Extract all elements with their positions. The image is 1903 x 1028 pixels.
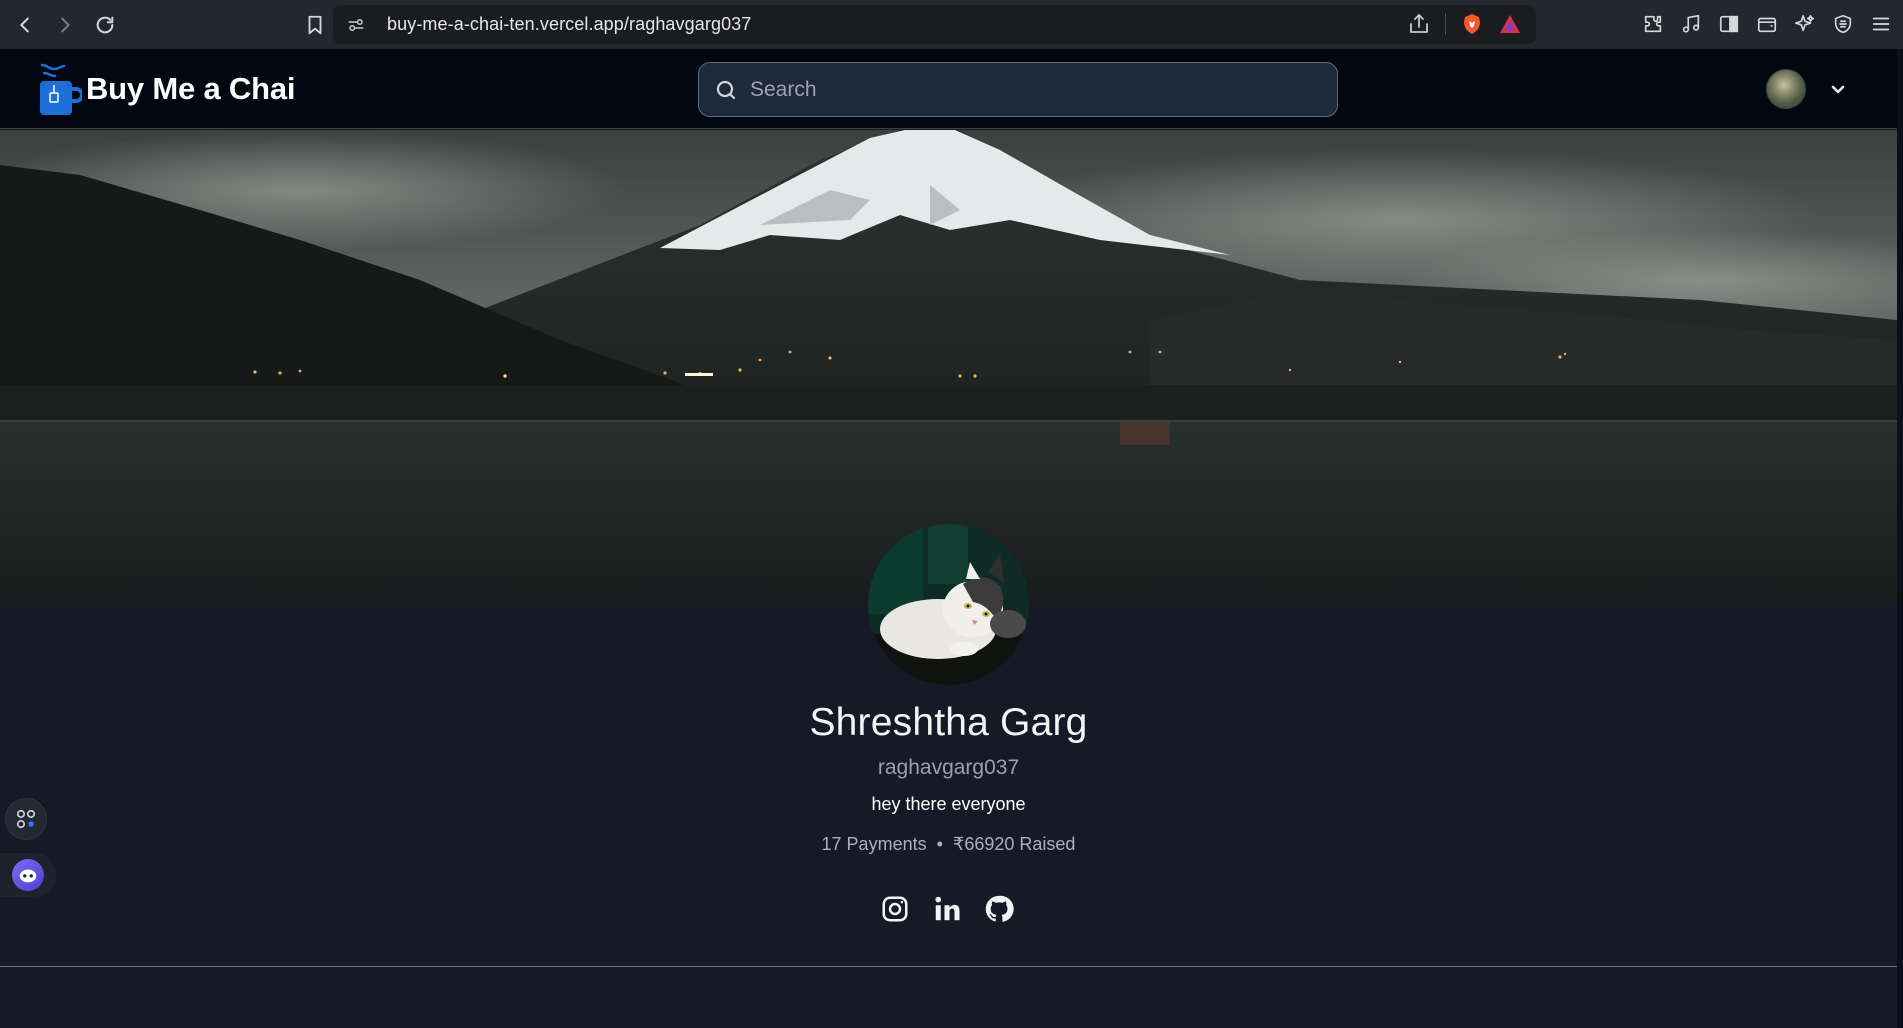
profile-stats: 17 Payments • ₹66920 Raised: [0, 834, 1897, 855]
music-icon[interactable]: [1677, 10, 1705, 38]
profile-avatar: [868, 524, 1029, 685]
user-avatar[interactable]: [1766, 69, 1806, 109]
share-icon[interactable]: [1407, 12, 1431, 36]
vpn-shield-icon[interactable]: [1829, 10, 1857, 38]
brave-rewards-icon[interactable]: [1498, 12, 1522, 36]
site-navbar: Buy Me a Chai: [0, 49, 1897, 129]
brand-link[interactable]: Buy Me a Chai: [38, 61, 295, 117]
brave-shield-icon[interactable]: [1460, 12, 1484, 36]
browser-toolbar: buy-me-a-chai-ten.vercel.app/raghavgarg0…: [0, 0, 1903, 49]
assistant-bot-button[interactable]: [0, 853, 56, 897]
extensions-icon[interactable]: [1639, 10, 1667, 38]
wallet-icon[interactable]: [1753, 10, 1781, 38]
chai-cup-logo-icon: [38, 61, 84, 117]
bot-face-icon: [12, 859, 44, 891]
linkedin-icon[interactable]: [932, 894, 962, 924]
github-icon[interactable]: [984, 894, 1014, 924]
site-settings-icon[interactable]: [344, 13, 368, 37]
amount-raised: ₹66920 Raised: [952, 834, 1076, 854]
forward-icon[interactable]: [50, 10, 80, 40]
search-bar[interactable]: [698, 62, 1338, 117]
instagram-icon[interactable]: [880, 894, 910, 924]
page-scrollbar[interactable]: [1897, 49, 1903, 1028]
bookmark-icon[interactable]: [300, 10, 330, 40]
search-icon: [716, 80, 736, 99]
back-icon[interactable]: [10, 10, 40, 40]
profile-name: Shreshtha Garg: [809, 701, 1088, 744]
chevron-down-icon[interactable]: [1826, 77, 1850, 101]
brand-name[interactable]: Buy Me a Chai: [86, 71, 295, 107]
sidebar-icon[interactable]: [1715, 10, 1743, 38]
apps-widget-icon[interactable]: [5, 798, 47, 840]
profile-username: raghavgarg037: [877, 756, 1020, 779]
search-input[interactable]: [750, 77, 1310, 102]
reload-icon[interactable]: [90, 10, 120, 40]
section-divider: [0, 966, 1897, 967]
address-bar[interactable]: buy-me-a-chai-ten.vercel.app/raghavgarg0…: [333, 5, 1536, 44]
stats-separator: •: [936, 834, 943, 854]
menu-icon[interactable]: [1867, 10, 1895, 38]
payments-count: 17 Payments: [821, 834, 927, 854]
social-links: [880, 894, 1014, 924]
profile-bio: hey there everyone: [871, 794, 1026, 814]
address-separator: [1445, 13, 1446, 35]
url-text[interactable]: buy-me-a-chai-ten.vercel.app/raghavgarg0…: [387, 14, 751, 35]
ai-sparkle-icon[interactable]: [1791, 10, 1819, 38]
